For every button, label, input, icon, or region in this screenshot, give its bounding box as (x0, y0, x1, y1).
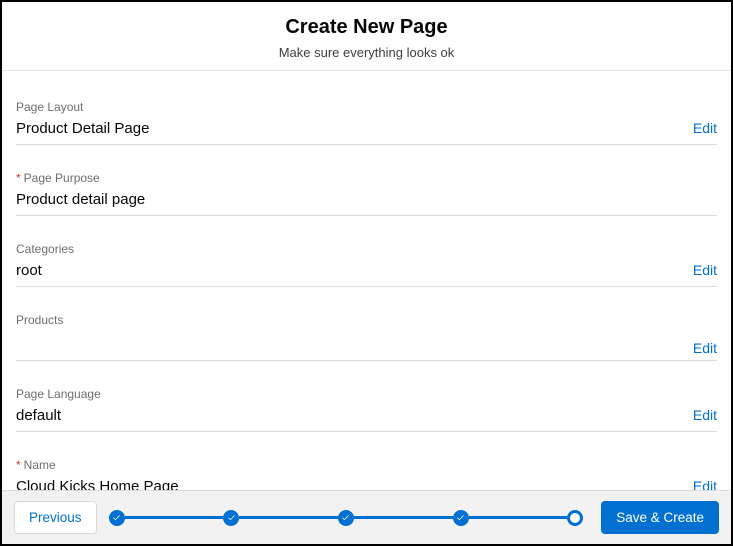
dialog-footer: Previous Save & Create (2, 490, 731, 544)
step-complete-icon (223, 510, 239, 526)
field-label: Page Layout (16, 100, 717, 114)
step-complete-icon (338, 510, 354, 526)
form-scroll-area[interactable]: Page Layout Product Detail Page Edit *Pa… (2, 80, 731, 490)
field-page-layout: Page Layout Product Detail Page Edit (16, 100, 717, 145)
field-label: Products (16, 313, 717, 327)
edit-link[interactable]: Edit (683, 262, 717, 278)
field-categories: Categories root Edit (16, 242, 717, 287)
field-label: Page Language (16, 387, 717, 401)
edit-link[interactable]: Edit (683, 478, 717, 490)
progress-bar (469, 516, 568, 519)
field-page-language: Page Language default Edit (16, 387, 717, 432)
dialog-subtitle: Make sure everything looks ok (2, 45, 731, 60)
step-current-icon (567, 510, 583, 526)
progress-bar (239, 516, 338, 519)
step-complete-icon (453, 510, 469, 526)
dialog-title: Create New Page (2, 16, 731, 39)
progress-bar (354, 516, 453, 519)
progress-indicator (109, 510, 584, 526)
field-page-purpose: *Page Purpose Product detail page (16, 171, 717, 216)
dialog-header: Create New Page Make sure everything loo… (2, 2, 731, 71)
save-create-button[interactable]: Save & Create (601, 501, 719, 534)
field-label: *Page Purpose (16, 171, 717, 185)
edit-link[interactable]: Edit (683, 120, 717, 136)
field-label: Categories (16, 242, 717, 256)
field-label: *Name (16, 458, 717, 472)
field-value: default (16, 407, 683, 427)
required-asterisk: * (16, 171, 21, 185)
previous-button[interactable]: Previous (14, 501, 97, 534)
field-value: Cloud Kicks Home Page (16, 478, 683, 490)
field-value: Product detail page (16, 191, 707, 211)
edit-link[interactable]: Edit (683, 407, 717, 423)
step-complete-icon (109, 510, 125, 526)
field-value: Product Detail Page (16, 120, 683, 140)
field-value: root (16, 262, 683, 282)
required-asterisk: * (16, 458, 21, 472)
field-products: Products Edit (16, 313, 717, 361)
edit-link[interactable]: Edit (683, 340, 717, 356)
field-value (16, 333, 683, 353)
field-name: *Name Cloud Kicks Home Page Edit (16, 458, 717, 490)
progress-bar (125, 516, 224, 519)
